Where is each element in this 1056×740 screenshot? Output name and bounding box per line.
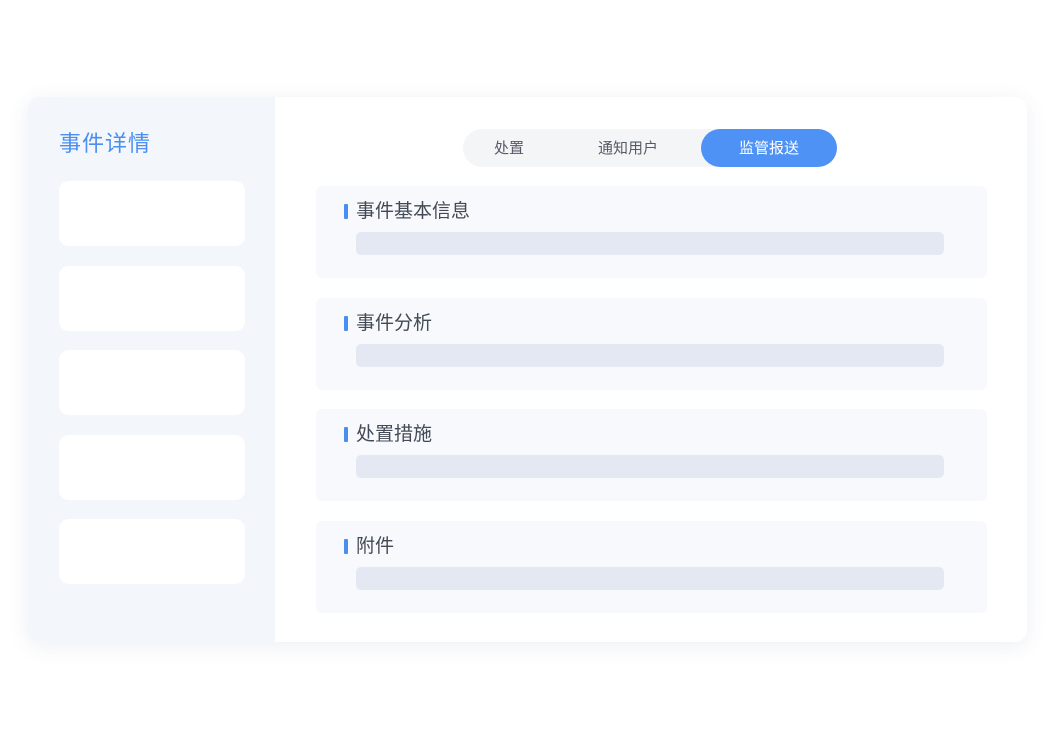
section-marker bbox=[344, 538, 348, 554]
event-detail-card: 事件详情 处置 通知用户 监管报送 事件基本信息 事件分析 处置措施 附件 bbox=[28, 97, 1027, 642]
section-content-placeholder bbox=[356, 455, 944, 479]
section-title: 事件基本信息 bbox=[356, 200, 471, 222]
section-content-placeholder bbox=[356, 566, 944, 590]
tab-bar: 处置 通知用户 监管报送 bbox=[463, 129, 837, 167]
section-title: 附件 bbox=[356, 534, 395, 557]
section-content-placeholder bbox=[356, 343, 944, 367]
section-basic-info: 事件基本信息 bbox=[316, 186, 987, 278]
sidebar-item-2[interactable] bbox=[59, 265, 245, 331]
tab-regulatory-report[interactable]: 监管报送 bbox=[701, 129, 837, 167]
section-marker bbox=[344, 315, 348, 331]
section-measures: 处置措施 bbox=[316, 409, 987, 502]
section-marker bbox=[344, 427, 348, 443]
sidebar: 事件详情 bbox=[28, 97, 275, 642]
section-attachments: 附件 bbox=[316, 520, 987, 613]
sidebar-title: 事件详情 bbox=[59, 132, 152, 157]
sidebar-item-4[interactable] bbox=[59, 434, 245, 500]
section-title: 处置措施 bbox=[356, 423, 433, 446]
sidebar-item-3[interactable] bbox=[59, 350, 245, 416]
section-analysis: 事件分析 bbox=[316, 297, 987, 390]
section-title: 事件分析 bbox=[356, 311, 433, 334]
sections-list: 事件基本信息 事件分析 处置措施 附件 bbox=[316, 186, 987, 632]
section-marker bbox=[344, 204, 348, 219]
section-content-placeholder bbox=[356, 232, 944, 255]
sidebar-item-1[interactable] bbox=[59, 181, 245, 246]
tab-notify-user[interactable]: 通知用户 bbox=[555, 129, 701, 167]
tab-handle[interactable]: 处置 bbox=[463, 129, 555, 167]
sidebar-item-5[interactable] bbox=[59, 519, 245, 585]
main-panel: 处置 通知用户 监管报送 事件基本信息 事件分析 处置措施 附件 bbox=[275, 97, 1027, 642]
